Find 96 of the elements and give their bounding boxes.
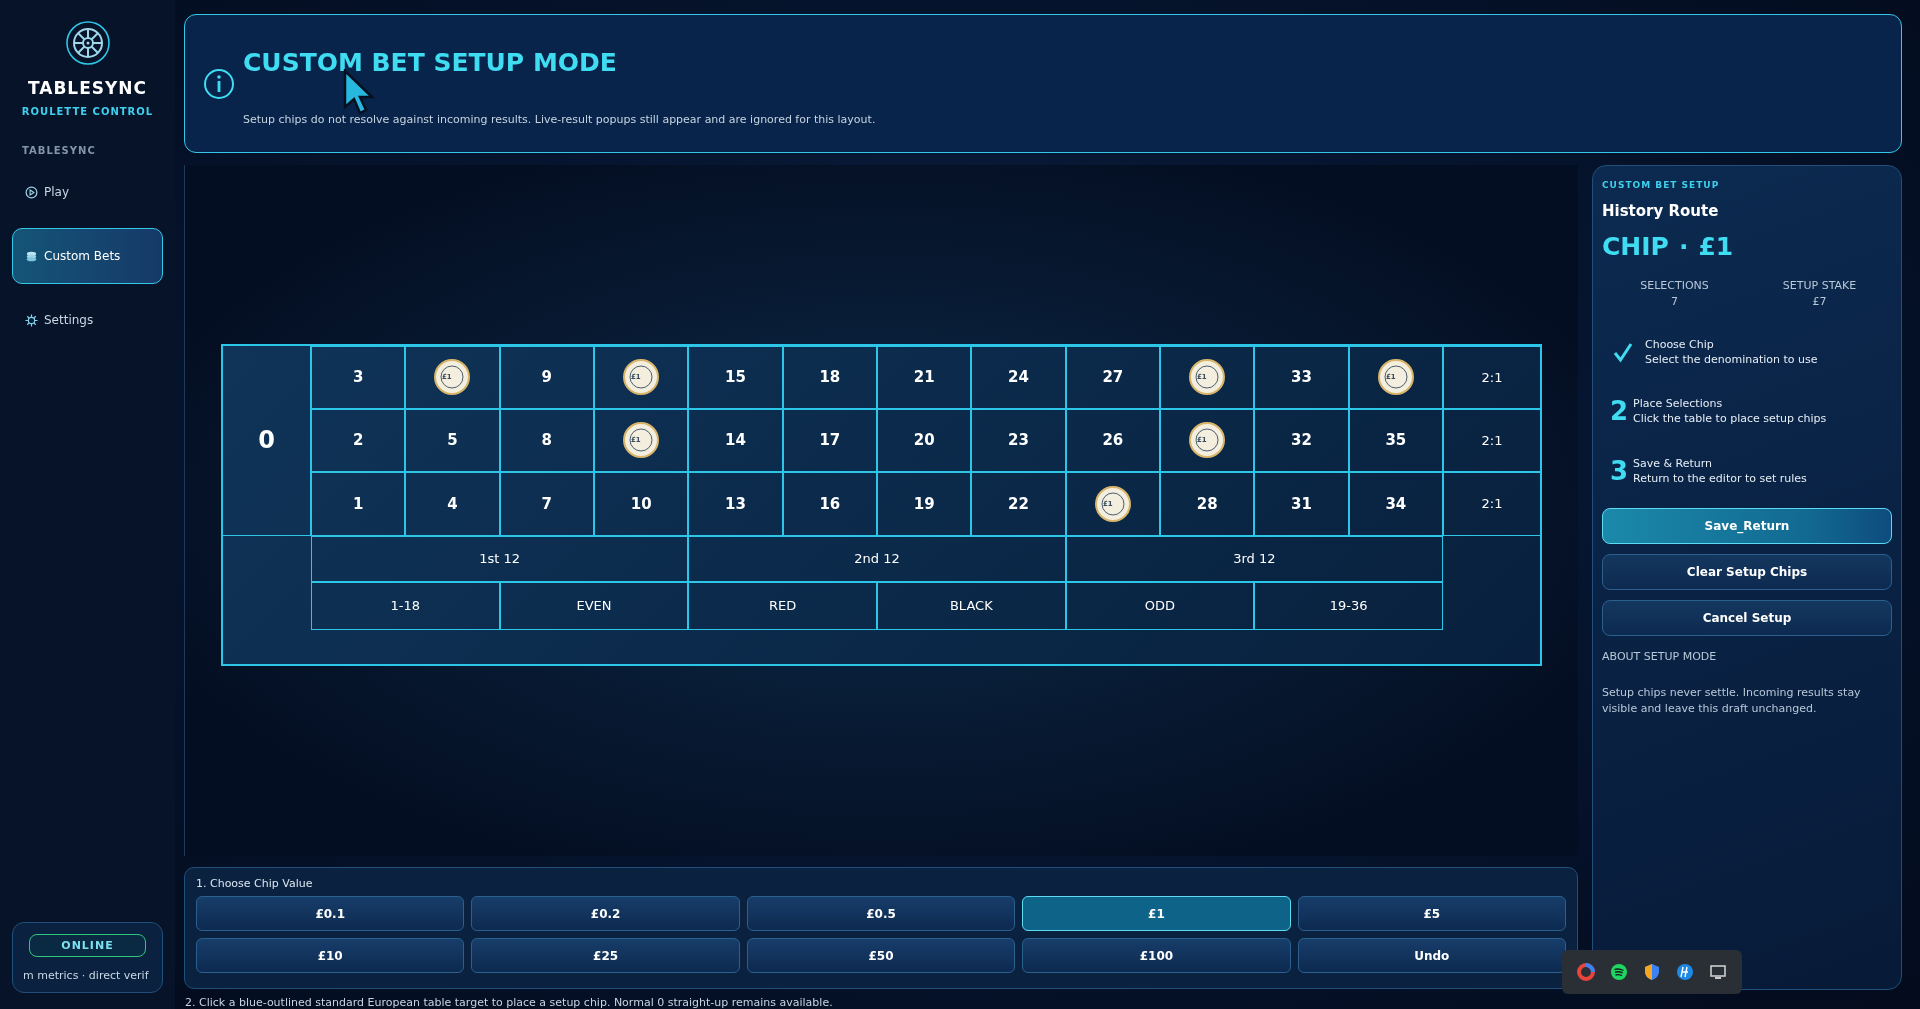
stat-label: SETUP STAKE [1781, 279, 1858, 292]
nav-item[interactable]: Play [12, 164, 163, 220]
stat-label: SELECTIONS [1639, 279, 1710, 292]
outside-bet-cell[interactable]: EVEN [499, 581, 689, 630]
picker-button[interactable]: £10 [196, 938, 465, 973]
number-cell[interactable]: 4 [405, 471, 500, 536]
number-cell[interactable]: 26 [1065, 408, 1160, 472]
zero-cell[interactable]: 0 [223, 345, 311, 536]
number-cell[interactable]: 18 [782, 345, 877, 409]
banner-text: Setup chips do not resolve against incoming results. Live-result popups still appear and are ignored for this layout. [243, 112, 877, 126]
outside-bet-cell[interactable]: BLACK [877, 581, 1066, 630]
step-text: Click the table to place setup chips [1633, 412, 1827, 425]
picker-button[interactable]: £25 [471, 938, 740, 973]
route-title: History Route [1602, 202, 1720, 220]
info-icon [203, 67, 235, 100]
number-cell[interactable]: 31 [1254, 471, 1349, 536]
wheel-logo-icon [64, 20, 111, 66]
picker-button[interactable]: £0.5 [746, 896, 1016, 931]
play-icon [25, 185, 38, 199]
chip-value: £1 [1698, 232, 1734, 261]
number-cell[interactable]: 32 [1254, 408, 1349, 472]
section-label: TABLESYNC [22, 145, 97, 156]
number-cell[interactable]: 2 [311, 408, 406, 472]
step-title: Save & Return [1633, 457, 1714, 470]
column-bet-cell[interactable]: 2:1 [1443, 408, 1540, 472]
action-button[interactable]: Cancel Setup [1602, 600, 1892, 636]
number-cell[interactable]: 13 [688, 471, 783, 536]
number-cell[interactable]: 14 [688, 408, 783, 472]
app-subtitle: ROULETTE CONTROL [21, 106, 154, 117]
number-cell[interactable]: 5 [405, 408, 500, 472]
app-title: TABLESYNC [27, 78, 148, 98]
number-cell[interactable]: 17 [782, 408, 877, 472]
step-title: Place Selections [1633, 397, 1724, 410]
stat-value: £7 [1811, 295, 1828, 308]
music-icon[interactable] [1610, 963, 1629, 981]
dozen-cell[interactable]: 1st 12 [311, 535, 689, 582]
stat-value: 7 [1670, 295, 1679, 308]
picker-button[interactable]: £1 [1022, 896, 1291, 931]
cursor-icon [343, 69, 377, 117]
nav-item[interactable]: Custom Bets [12, 228, 163, 284]
ring-icon[interactable] [1577, 963, 1596, 981]
save-button[interactable]: Save_Return [1602, 508, 1892, 544]
picker-button[interactable]: £100 [1022, 938, 1291, 973]
number-cell[interactable]: 23 [971, 408, 1066, 472]
step-number: 3 [1610, 456, 1626, 486]
number-cell[interactable]: 7 [499, 471, 594, 536]
dozen-cell[interactable]: 2nd 12 [688, 535, 1066, 582]
number-cell[interactable]: 15 [688, 345, 783, 409]
action-button[interactable]: Clear Setup Chips [1602, 554, 1892, 590]
number-cell[interactable]: 33 [1254, 345, 1349, 409]
status-text: m metrics · direct verif [23, 969, 150, 982]
shield-icon[interactable] [1643, 963, 1661, 981]
number-cell[interactable]: 19 [877, 471, 972, 536]
separator-dot: · [1678, 232, 1689, 261]
step-number: 2 [1610, 396, 1626, 426]
outside-bet-cell[interactable]: 1-18 [311, 581, 500, 630]
about-title: ABOUT SETUP MODE [1602, 650, 1718, 663]
column-bet-cell[interactable]: 2:1 [1443, 471, 1540, 536]
panel-eyebrow: CUSTOM BET SETUP [1602, 180, 1721, 190]
status-badge: ONLINE [29, 934, 146, 957]
outside-bet-cell[interactable]: 19-36 [1254, 581, 1443, 630]
picker-button[interactable]: Undo [1297, 938, 1566, 973]
step-text: Return to the editor to set rules [1633, 472, 1807, 485]
number-cell[interactable]: 27 [1065, 345, 1160, 409]
number-cell[interactable]: 20 [877, 408, 972, 472]
monitor-icon[interactable] [1708, 963, 1727, 981]
column-bet-cell[interactable]: 2:1 [1443, 345, 1540, 409]
outside-bet-cell[interactable]: RED [688, 581, 877, 630]
number-cell[interactable]: 10 [594, 471, 689, 536]
number-cell[interactable]: 22 [971, 471, 1066, 536]
stack-icon [25, 249, 38, 263]
picker-title: 1. Choose Chip Value [196, 877, 314, 890]
chip-label: CHIP [1602, 232, 1669, 261]
number-cell[interactable]: 34 [1348, 471, 1443, 536]
about-text: Setup chips never settle. Incoming results stay visible and leave this draft unchanged. [1602, 685, 1862, 717]
number-cell[interactable]: 16 [782, 471, 877, 536]
picker-button[interactable]: £0.2 [471, 896, 740, 931]
outside-bet-cell[interactable]: ODD [1065, 581, 1255, 630]
number-cell[interactable]: 24 [971, 345, 1066, 409]
picker-button[interactable]: £50 [746, 938, 1016, 973]
number-cell[interactable]: 21 [877, 345, 972, 409]
number-cell[interactable]: 28 [1160, 471, 1255, 536]
dozen-cell[interactable]: 3rd 12 [1065, 535, 1443, 582]
banner-title: CUSTOM BET SETUP MODE [243, 47, 618, 77]
nav-item[interactable]: Settings [12, 292, 163, 348]
number-cell[interactable]: 8 [499, 408, 594, 472]
number-cell[interactable]: 9 [499, 345, 594, 409]
instruction-text: 2. Click a blue-outlined standard European table target to place a setup chip. Normal 0 straight-up remains available. [184, 996, 834, 1009]
gear-icon [25, 313, 38, 327]
step-text: Select the denomination to use [1645, 353, 1818, 366]
picker-button[interactable]: £0.1 [196, 896, 465, 931]
number-cell[interactable]: 3 [311, 345, 406, 409]
step-title: Choose Chip [1645, 338, 1715, 351]
number-cell[interactable]: 35 [1348, 408, 1443, 472]
number-cell[interactable]: 1 [311, 471, 406, 536]
picker-button[interactable]: £5 [1297, 896, 1566, 931]
